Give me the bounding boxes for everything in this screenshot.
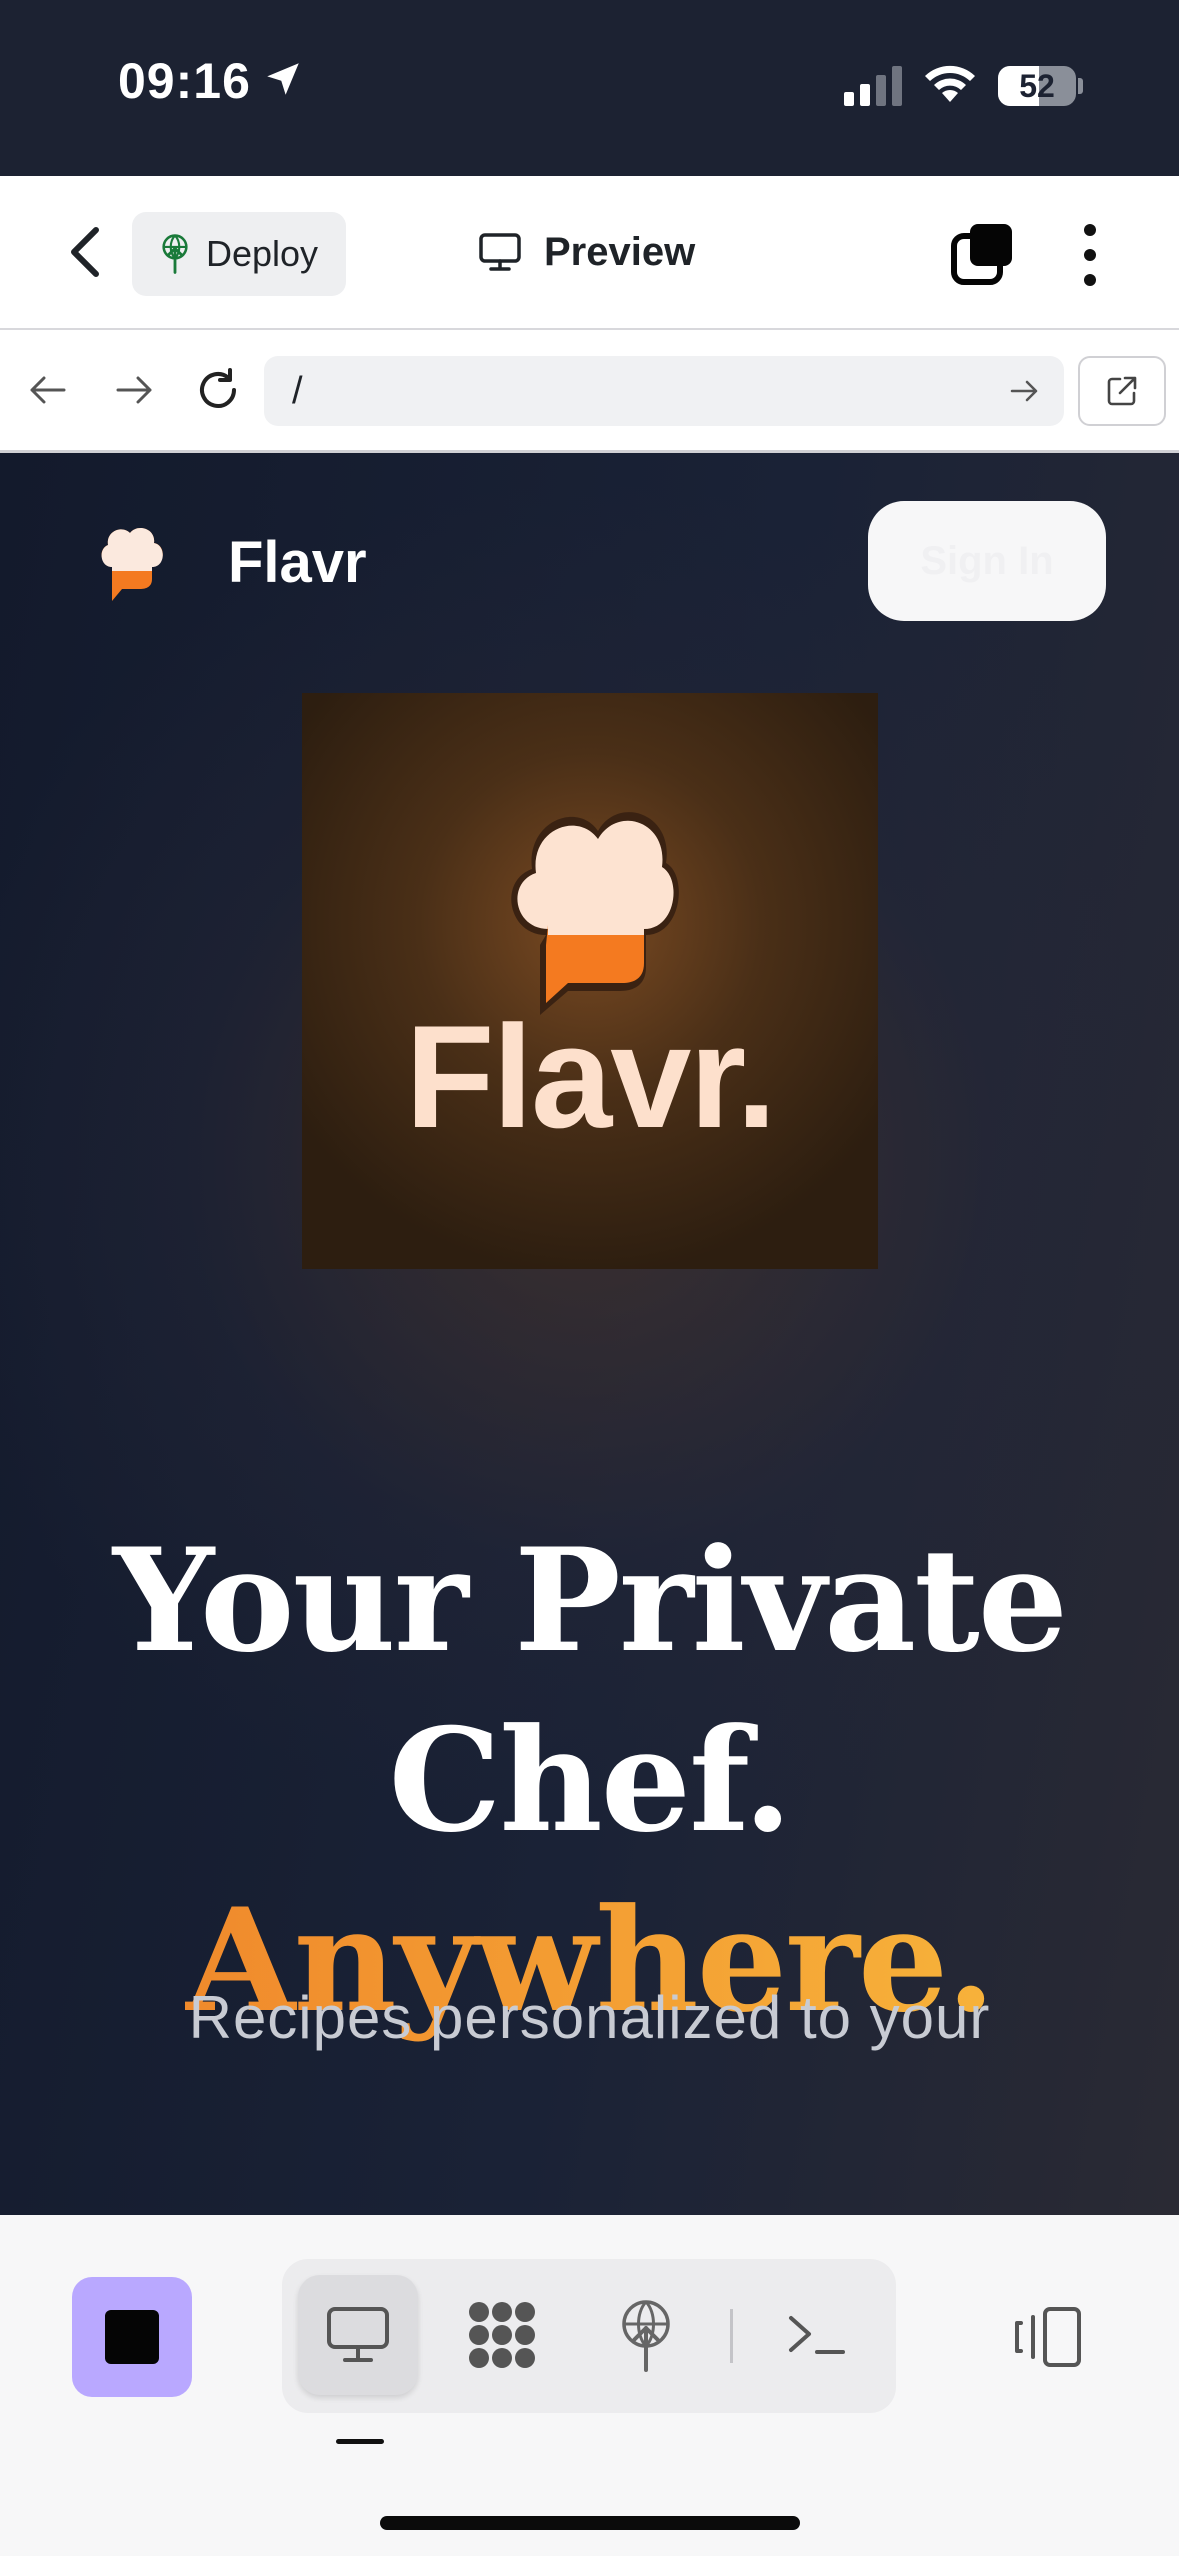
hero-brand-text: Flavr. [405, 995, 776, 1158]
url-go-button[interactable] [1008, 376, 1040, 411]
status-time: 09:16 [118, 53, 251, 109]
arrow-right-icon [1010, 380, 1038, 402]
monitor-icon [479, 233, 521, 271]
external-link-icon [1107, 376, 1137, 406]
more-options-button[interactable] [1070, 220, 1110, 290]
terminal-mode-button[interactable] [756, 2275, 876, 2395]
bottom-toolbar [0, 2215, 1179, 2556]
arrow-left-icon [30, 376, 66, 404]
deploy-label: Deploy [206, 233, 319, 274]
battery-level: 52 [1019, 68, 1055, 104]
preview-viewport: Flavr Sign In Flavr. Your Private Chef. … [0, 453, 1179, 2215]
back-button[interactable] [60, 222, 110, 282]
stop-icon [105, 2310, 159, 2364]
headline-line-1: Your Private [112, 1518, 1068, 1684]
hero-headline: Your Private Chef. Anywhere. [0, 1511, 1179, 2051]
device-toggle-button[interactable] [1004, 2285, 1090, 2389]
preview-title-label: Preview [544, 229, 696, 274]
deploy-icon [622, 2300, 670, 2372]
wifi-icon [922, 60, 978, 109]
arrow-right-icon [116, 376, 152, 404]
apps-mode-button[interactable] [442, 2275, 562, 2395]
open-external-button[interactable] [1078, 356, 1166, 426]
apps-grid-icon [469, 2302, 535, 2368]
terminal-icon [789, 2316, 845, 2354]
status-bar: 09:16 52 [0, 0, 1179, 176]
sign-in-button[interactable]: Sign In [868, 501, 1106, 621]
home-indicator [380, 2516, 800, 2530]
headline-line-2: Chef. [388, 1698, 792, 1864]
stop-button[interactable] [72, 2277, 192, 2397]
battery-icon: 52 [998, 66, 1076, 106]
deploy-mode-button[interactable] [586, 2275, 706, 2395]
nav-forward-button[interactable] [112, 368, 156, 417]
deploy-button[interactable]: Deploy [132, 212, 346, 296]
app-header: Deploy Preview [0, 176, 1179, 330]
nav-back-button[interactable] [26, 368, 70, 417]
reload-button[interactable] [194, 366, 242, 419]
hero-subtext: Recipes personalized to your [188, 1984, 991, 2051]
device-frame-icon [1015, 2307, 1081, 2367]
preview-monitor-icon [327, 2307, 389, 2362]
cellular-signal-icon [844, 66, 904, 111]
chevron-left-icon [71, 227, 99, 277]
preview-mode-button[interactable] [298, 2275, 418, 2395]
tabs-icon [951, 224, 1012, 285]
battery-cap [1078, 78, 1083, 94]
more-vertical-icon [1084, 224, 1096, 286]
chef-hat-icon [511, 812, 679, 1015]
url-input[interactable]: / [264, 356, 1064, 426]
location-arrow-icon [262, 58, 304, 105]
mode-separator [730, 2309, 733, 2363]
url-bar: / [0, 330, 1179, 453]
active-mode-indicator [336, 2439, 384, 2444]
hero-image: Flavr. [302, 693, 878, 1269]
reload-icon [200, 368, 236, 408]
tabs-button[interactable] [950, 222, 1014, 286]
site-name: Flavr [228, 530, 367, 595]
deploy-icon [162, 234, 188, 274]
chef-hat-logo-icon [101, 528, 163, 601]
preview-title: Preview [478, 222, 695, 282]
mode-switcher [282, 2259, 896, 2413]
